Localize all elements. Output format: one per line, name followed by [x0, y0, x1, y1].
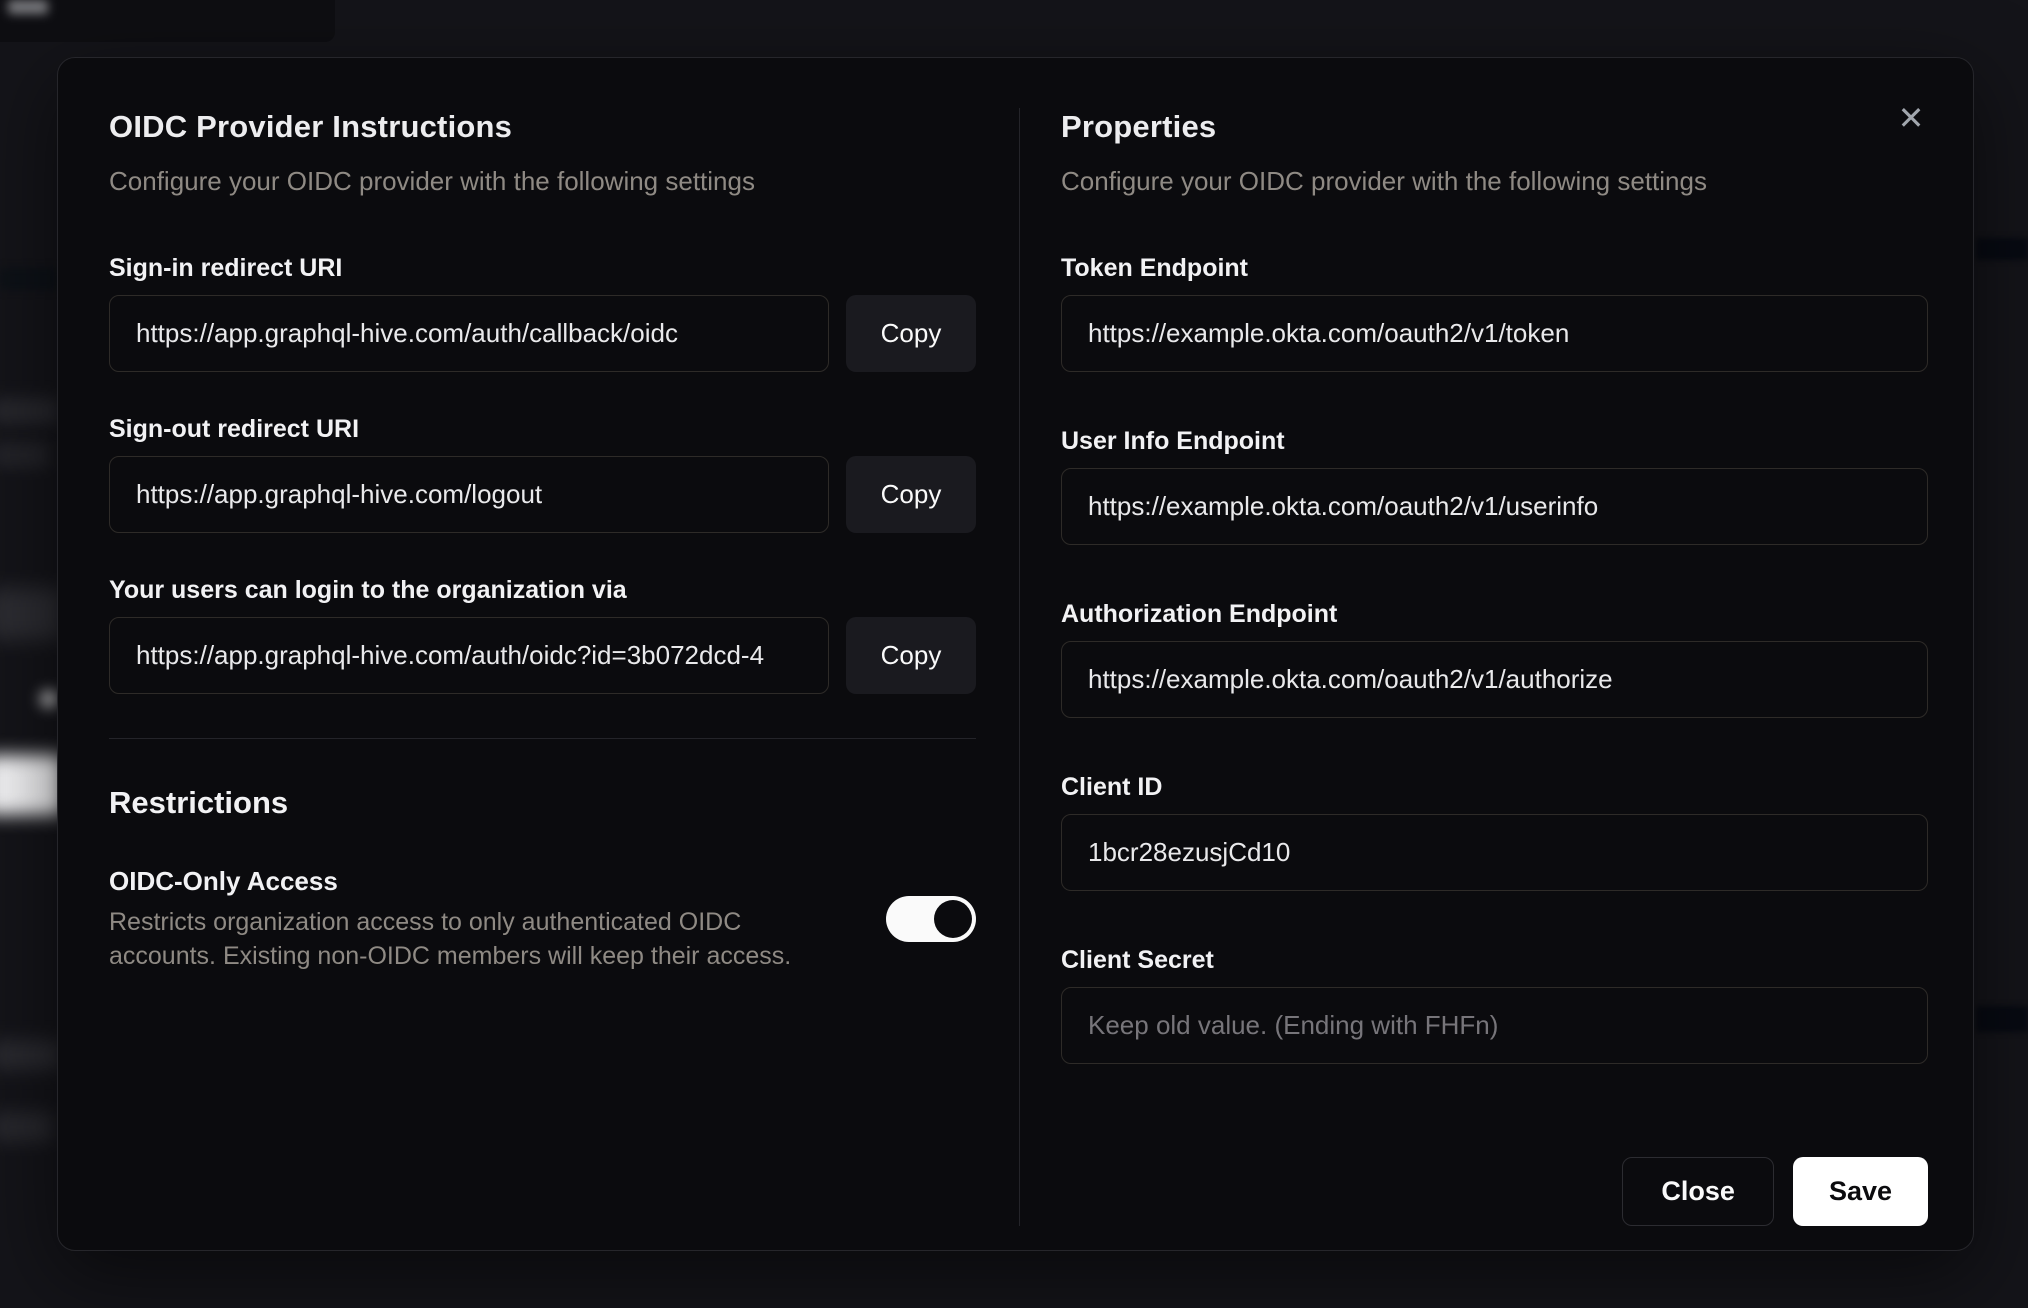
page-backdrop: ✕ OIDC Provider Instructions Configure y…: [0, 0, 2028, 1308]
background-dot-fragment: [40, 690, 58, 708]
copy-button[interactable]: Copy: [846, 616, 976, 694]
oidc-only-access-row: OIDC-Only Access Restricts organization …: [109, 865, 976, 973]
background-row-fragment: [1976, 238, 2028, 260]
client-secret-label: Client Secret: [1061, 945, 1214, 974]
background-button-fragment: [0, 755, 64, 815]
user-info-endpoint-field: User Info Endpoint: [1061, 426, 1928, 545]
background-row-fragment: [1976, 1006, 2028, 1032]
background-text-fragment: [0, 1112, 54, 1142]
properties-column: Properties Configure your OIDC provider …: [1020, 108, 1973, 1226]
sign-in-redirect-label: Sign-in redirect URI: [109, 253, 343, 282]
sign-out-redirect-label: Sign-out redirect URI: [109, 414, 360, 443]
authorization-endpoint-input[interactable]: [1061, 640, 1928, 718]
authorization-endpoint-field: Authorization Endpoint: [1061, 599, 1928, 718]
background-text-fragment: [0, 1040, 62, 1070]
toggle-thumb: [934, 899, 972, 938]
instructions-subtitle: Configure your OIDC provider with the fo…: [109, 165, 755, 196]
background-logo-fragment: [8, 0, 48, 14]
copy-button[interactable]: Copy: [846, 455, 976, 533]
user-info-endpoint-label: User Info Endpoint: [1061, 426, 1285, 455]
close-icon[interactable]: ✕: [1889, 96, 1933, 140]
background-topbar-fragment: [0, 0, 335, 42]
client-secret-input[interactable]: [1061, 986, 1928, 1064]
section-divider: [109, 737, 976, 739]
token-endpoint-input[interactable]: [1061, 294, 1928, 372]
oidc-only-access-description: Restricts organization access to only au…: [109, 907, 792, 970]
instructions-column: OIDC Provider Instructions Configure you…: [58, 108, 1019, 1226]
login-url-label: Your users can login to the organization…: [109, 575, 627, 604]
background-text-fragment: [0, 398, 60, 424]
background-text-fragment: [0, 588, 64, 640]
user-info-endpoint-input[interactable]: [1061, 467, 1928, 545]
oidc-settings-modal: ✕ OIDC Provider Instructions Configure y…: [57, 57, 1974, 1251]
properties-subtitle: Configure your OIDC provider with the fo…: [1061, 165, 1707, 196]
oidc-only-access-toggle[interactable]: [886, 895, 976, 942]
client-id-input[interactable]: [1061, 813, 1928, 891]
properties-title: Properties: [1061, 109, 1217, 144]
client-id-field: Client ID: [1061, 772, 1928, 891]
restrictions-title: Restrictions: [109, 784, 289, 820]
login-url-field: Your users can login to the organization…: [109, 575, 976, 694]
copy-button[interactable]: Copy: [846, 294, 976, 372]
save-button[interactable]: Save: [1792, 1156, 1928, 1226]
sign-in-redirect-field: Sign-in redirect URI Copy: [109, 253, 976, 372]
authorization-endpoint-label: Authorization Endpoint: [1061, 599, 1338, 628]
token-endpoint-field: Token Endpoint: [1061, 253, 1928, 372]
client-id-label: Client ID: [1061, 772, 1163, 801]
oidc-only-access-label: OIDC-Only Access: [109, 865, 338, 896]
background-text-fragment: [0, 442, 50, 468]
client-secret-field: Client Secret: [1061, 945, 1928, 1064]
login-url-input[interactable]: [109, 616, 829, 694]
sign-out-redirect-field: Sign-out redirect URI Copy: [109, 414, 976, 533]
sign-in-redirect-input[interactable]: [109, 294, 829, 372]
sign-out-redirect-input[interactable]: [109, 455, 829, 533]
close-button[interactable]: Close: [1622, 1156, 1774, 1226]
background-row-fragment: [0, 268, 58, 290]
modal-actions: Close Save: [1061, 1156, 1928, 1226]
instructions-title: OIDC Provider Instructions: [109, 109, 513, 144]
token-endpoint-label: Token Endpoint: [1061, 253, 1249, 282]
